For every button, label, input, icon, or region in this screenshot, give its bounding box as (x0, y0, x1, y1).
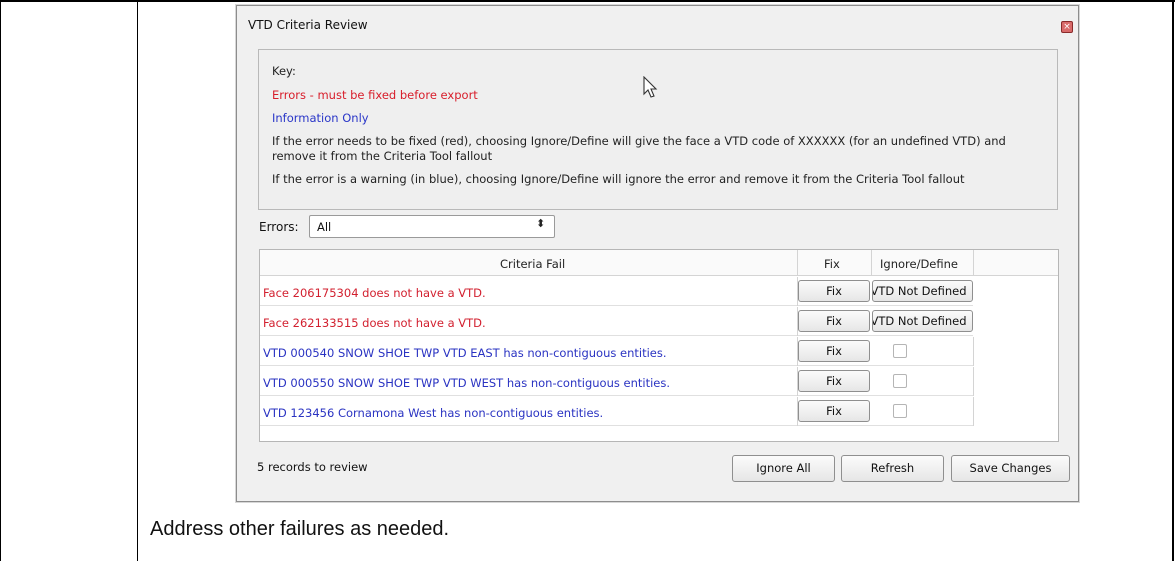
table-row[interactable]: VTD 123456 Cornamona West has non-contig… (260, 397, 974, 426)
key-red-note-line2: remove it from the Criteria Tool fallout (272, 149, 493, 163)
fix-button[interactable]: Fix (798, 310, 870, 332)
key-panel: Key: Errors - must be fixed before expor… (258, 49, 1058, 210)
document-caption: Address other failures as needed. (150, 518, 450, 540)
criteria-fail-text: Face 262133515 does not have a VTD. (263, 316, 486, 330)
errors-filter-value: All (317, 220, 332, 234)
criteria-fail-text: VTD 123456 Cornamona West has non-contig… (263, 406, 604, 420)
table-row[interactable]: Face 206175304 does not have a VTD. Fix … (260, 277, 973, 306)
errors-filter-label: Errors: (259, 220, 299, 234)
updown-arrows-icon: ⬍ (536, 217, 546, 230)
grid-header: Criteria Fail Fix Ignore/Define (260, 250, 1058, 276)
dialog-titlebar: VTD Criteria Review × (237, 6, 1078, 42)
column-header-fix[interactable]: Fix (824, 257, 840, 271)
ignore-define-checkbox[interactable] (893, 344, 907, 358)
key-info-legend: Information Only (272, 111, 369, 125)
column-header-criteria-fail[interactable]: Criteria Fail (500, 257, 565, 271)
vtd-criteria-review-dialog: VTD Criteria Review × Key: Errors - must… (236, 5, 1079, 502)
cell-separator (973, 337, 974, 366)
ignore-define-button[interactable]: VTD Not Defined (872, 310, 973, 332)
table-column-separator (137, 0, 138, 561)
criteria-fail-text: VTD 000540 SNOW SHOE TWP VTD EAST has no… (263, 346, 667, 360)
ignore-define-checkbox[interactable] (893, 374, 907, 388)
table-border-right (1172, 0, 1174, 561)
column-header-ignore-define[interactable]: Ignore/Define (880, 257, 958, 271)
table-row[interactable]: VTD 000540 SNOW SHOE TWP VTD EAST has no… (260, 337, 974, 366)
key-errors-legend: Errors - must be fixed before export (272, 88, 478, 102)
close-icon[interactable]: × (1061, 21, 1073, 33)
save-changes-button[interactable]: Save Changes (951, 455, 1070, 482)
records-count: 5 records to review (257, 460, 368, 474)
fix-button[interactable]: Fix (798, 340, 870, 362)
table-row[interactable]: Face 262133515 does not have a VTD. Fix … (260, 307, 973, 336)
fix-button[interactable]: Fix (798, 400, 870, 422)
mouse-pointer-icon (643, 76, 658, 98)
key-heading: Key: (272, 64, 296, 78)
cell-separator (973, 367, 974, 396)
table-border-top (0, 0, 1175, 2)
criteria-grid: Criteria Fail Fix Ignore/Define Face 206… (259, 249, 1059, 442)
refresh-button[interactable]: Refresh (841, 455, 944, 482)
header-separator (871, 250, 872, 276)
criteria-fail-text: Face 206175304 does not have a VTD. (263, 286, 486, 300)
fix-button[interactable]: Fix (798, 370, 870, 392)
fix-button[interactable]: Fix (798, 280, 870, 302)
header-separator (797, 250, 798, 276)
table-row[interactable]: VTD 000550 SNOW SHOE TWP VTD WEST has no… (260, 367, 974, 396)
dialog-title: VTD Criteria Review (248, 18, 368, 32)
header-separator (973, 250, 974, 276)
table-border-left (0, 0, 1, 561)
ignore-define-checkbox[interactable] (893, 404, 907, 418)
key-red-note-line1: If the error needs to be fixed (red), ch… (272, 134, 1006, 148)
ignore-define-button[interactable]: VTD Not Defined (872, 280, 973, 302)
errors-filter-select[interactable]: All ⬍ (309, 215, 555, 238)
criteria-fail-text: VTD 000550 SNOW SHOE TWP VTD WEST has no… (263, 376, 671, 390)
cell-separator (973, 397, 974, 426)
key-blue-note: If the error is a warning (in blue), cho… (272, 172, 965, 186)
ignore-all-button[interactable]: Ignore All (732, 455, 835, 482)
